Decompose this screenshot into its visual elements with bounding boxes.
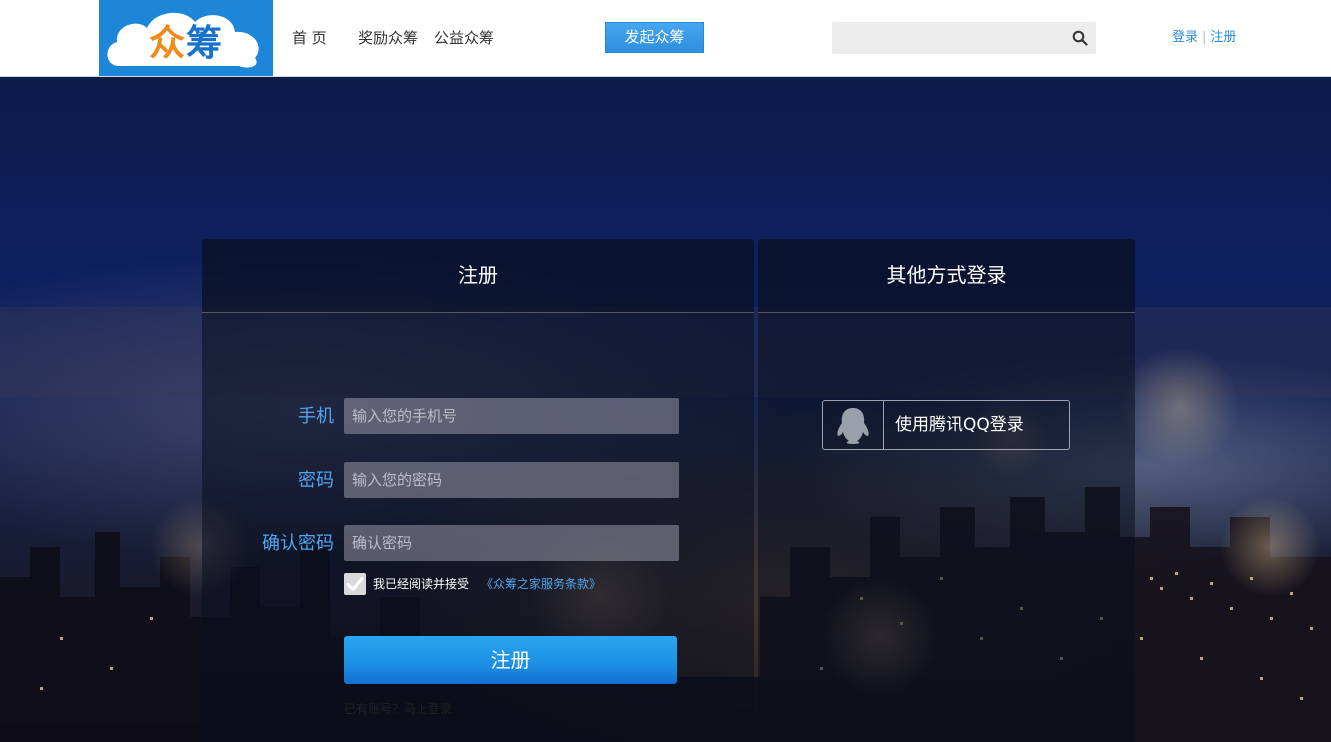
logo-text-first: 众 xyxy=(148,23,186,64)
qq-avatar xyxy=(823,401,884,449)
login-hint-prefix: 已有账号？ xyxy=(344,702,405,716)
password-label: 密码 xyxy=(298,470,334,491)
phone-label: 手机 xyxy=(298,406,334,427)
auth-separator: | xyxy=(1202,30,1207,45)
search-icon[interactable] xyxy=(1072,30,1088,46)
agree-checkbox[interactable] xyxy=(344,573,366,595)
register-panel-title: 注册 xyxy=(458,263,498,287)
nav-reward-crowdfunding[interactable]: 奖励众筹 xyxy=(358,28,418,48)
login-hint: 已有账号？马上登录 xyxy=(344,702,452,716)
password-input[interactable] xyxy=(344,462,679,498)
login-link[interactable]: 登录 xyxy=(1172,30,1198,45)
confirm-password-input[interactable] xyxy=(344,525,679,561)
phone-input[interactable] xyxy=(344,398,679,434)
agree-text: 我已经阅读并接受 xyxy=(373,577,470,591)
search-box xyxy=(832,22,1096,54)
qq-login-label: 使用腾讯QQ登录 xyxy=(895,415,1024,435)
other-login-panel: 其他方式登录 xyxy=(758,239,1135,742)
other-login-panel-header: 其他方式登录 xyxy=(758,239,1135,313)
confirm-password-label: 确认密码 xyxy=(262,533,334,554)
launch-crowdfunding-button[interactable]: 发起众筹 xyxy=(605,22,704,53)
register-panel-header: 注册 xyxy=(202,239,754,313)
login-now-link[interactable]: 马上登录 xyxy=(404,702,452,716)
site-header: 众筹 首 页 奖励众筹 公益众筹 发起众筹 登录 | 注册 xyxy=(0,0,1331,77)
site-logo[interactable]: 众筹 xyxy=(99,0,273,76)
logo-text-rest: 筹 xyxy=(186,23,224,64)
register-link[interactable]: 注册 xyxy=(1210,30,1236,45)
qq-login-button[interactable]: 使用腾讯QQ登录 xyxy=(822,400,1070,450)
auth-links: 登录 | 注册 xyxy=(1172,30,1236,46)
other-login-panel-title: 其他方式登录 xyxy=(886,263,1007,287)
search-input[interactable] xyxy=(832,22,1062,54)
logo-text: 众筹 xyxy=(99,14,273,66)
qq-avatar-icon xyxy=(837,408,869,444)
register-submit-button[interactable]: 注册 xyxy=(344,636,677,684)
nav-charity-crowdfunding[interactable]: 公益众筹 xyxy=(434,28,494,48)
terms-of-service-link[interactable]: 《众筹之家服务条款》 xyxy=(481,576,601,592)
nav-home[interactable]: 首 页 xyxy=(292,28,327,48)
checkmark-icon xyxy=(346,577,364,591)
